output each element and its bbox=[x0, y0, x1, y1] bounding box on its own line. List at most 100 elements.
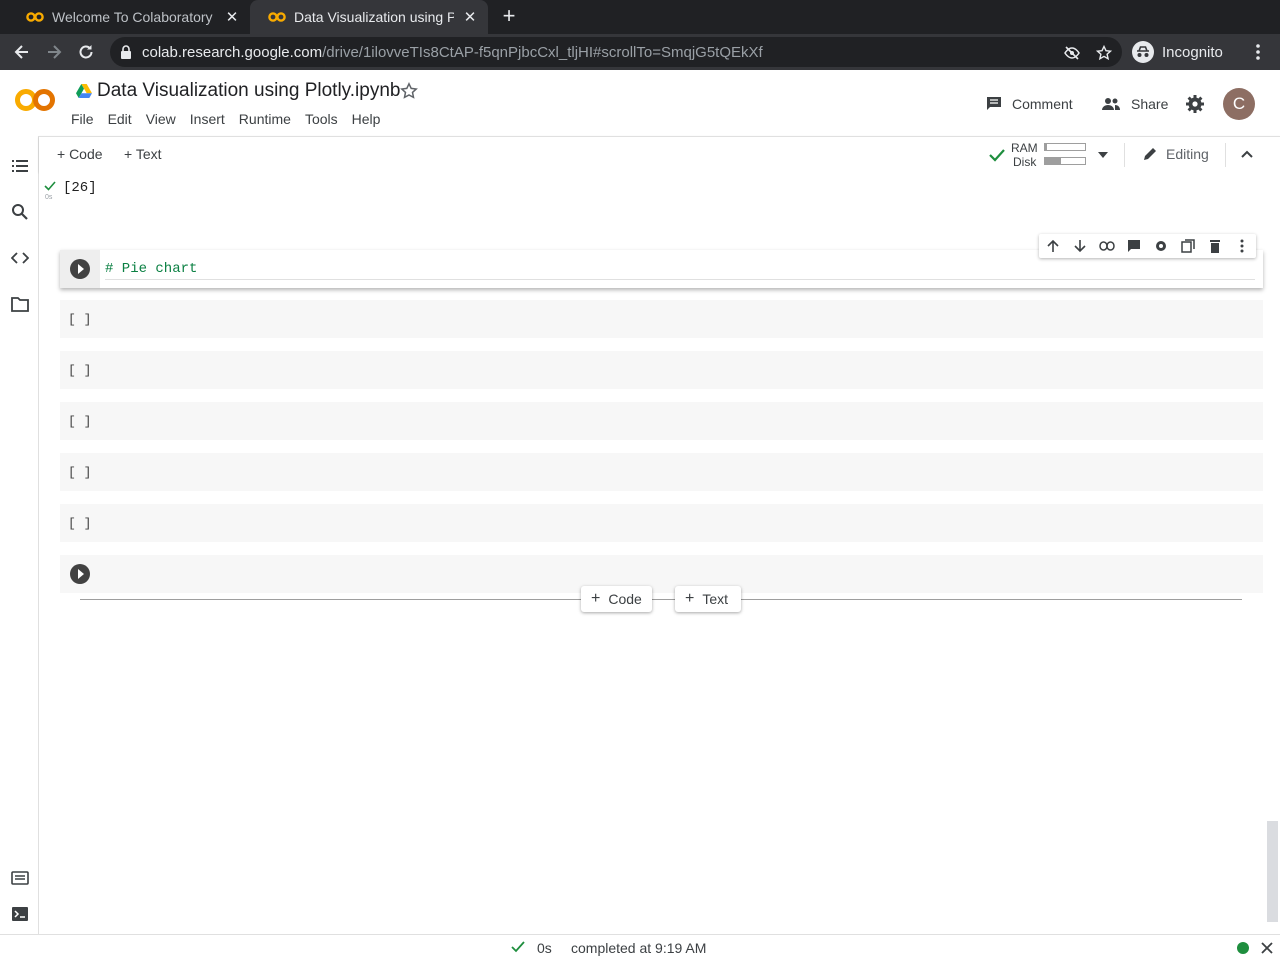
plus-icon: + bbox=[591, 590, 601, 607]
insert-cell-divider bbox=[80, 599, 1242, 600]
notebook-title[interactable]: Data Visualization using Plotly.ipynb bbox=[97, 80, 400, 102]
insert-text-cell-button[interactable]: + Text bbox=[675, 586, 741, 612]
settings-gear-icon[interactable] bbox=[1185, 94, 1205, 114]
google-drive-icon[interactable] bbox=[76, 84, 92, 98]
divider bbox=[1225, 143, 1226, 167]
forward-arrow-icon[interactable] bbox=[44, 42, 64, 62]
execution-check-icon bbox=[44, 181, 56, 191]
new-tab-button[interactable]: + bbox=[498, 5, 520, 27]
incognito-label: Incognito bbox=[1162, 43, 1223, 61]
browser-menu-icon[interactable] bbox=[1250, 42, 1266, 62]
tab-title: Data Visualization using Pl bbox=[294, 9, 454, 25]
menu-help[interactable]: Help bbox=[352, 111, 381, 127]
disk-bar bbox=[1044, 157, 1086, 165]
star-icon[interactable] bbox=[400, 82, 418, 100]
empty-code-cell[interactable]: [ ] bbox=[60, 453, 1263, 491]
back-arrow-icon[interactable] bbox=[12, 42, 32, 62]
status-completed[interactable]: completed at 9:19 AM bbox=[571, 940, 706, 956]
user-avatar[interactable]: C bbox=[1223, 88, 1255, 120]
browser-tab-active[interactable]: Data Visualization using Pl ✕ bbox=[250, 0, 488, 34]
code-snippets-icon[interactable] bbox=[11, 249, 29, 267]
ram-bar bbox=[1044, 143, 1086, 151]
status-check-icon bbox=[511, 941, 525, 953]
colab-logo-icon[interactable] bbox=[14, 86, 56, 114]
code-editor[interactable]: # Pie chart bbox=[105, 258, 1255, 280]
close-icon[interactable] bbox=[1261, 942, 1273, 954]
status-elapsed: 0s bbox=[537, 940, 552, 956]
menu-insert[interactable]: Insert bbox=[190, 111, 225, 127]
incognito-icon bbox=[1132, 41, 1154, 63]
menu-tools[interactable]: Tools bbox=[305, 111, 338, 127]
cell-settings-icon[interactable] bbox=[1147, 234, 1174, 258]
link-icon[interactable] bbox=[1093, 234, 1120, 258]
ram-label: RAM bbox=[1011, 141, 1038, 155]
colab-favicon-icon bbox=[26, 12, 44, 22]
address-bar[interactable]: colab.research.google.com/drive/1ilovveT… bbox=[110, 37, 1122, 67]
comment-button[interactable]: Comment bbox=[986, 94, 1073, 114]
mirror-cell-icon[interactable] bbox=[1174, 234, 1201, 258]
menu-view[interactable]: View bbox=[146, 111, 176, 127]
move-up-icon[interactable] bbox=[1039, 234, 1066, 258]
bookmark-star-icon[interactable] bbox=[1096, 45, 1112, 61]
dropdown-arrow-icon[interactable] bbox=[1097, 151, 1109, 159]
search-icon[interactable] bbox=[11, 203, 29, 221]
close-icon[interactable]: ✕ bbox=[224, 8, 240, 26]
cell-prompt: [ ] bbox=[68, 414, 92, 429]
left-sidebar bbox=[0, 136, 39, 934]
insert-code-cell-button[interactable]: + Code bbox=[581, 586, 652, 612]
terminal-icon[interactable] bbox=[11, 905, 29, 923]
browser-tab-welcome[interactable]: Welcome To Colaboratory - ✕ bbox=[8, 0, 250, 34]
notebook-toolbar: + Code + Text RAM Disk Editing bbox=[39, 136, 1280, 172]
add-code-button[interactable]: + Code bbox=[57, 146, 103, 162]
connected-check-icon bbox=[989, 149, 1005, 162]
cell-prompt: [ ] bbox=[68, 363, 92, 378]
url-host: colab.research.google.com bbox=[142, 43, 323, 61]
reload-icon[interactable] bbox=[76, 42, 96, 62]
share-button[interactable]: Share bbox=[1101, 94, 1168, 114]
menu-edit[interactable]: Edit bbox=[108, 111, 132, 127]
menu-file[interactable]: File bbox=[71, 111, 94, 127]
resource-monitor[interactable]: RAM Disk bbox=[1011, 141, 1131, 171]
run-cell-button[interactable] bbox=[70, 259, 90, 279]
empty-code-cell[interactable] bbox=[60, 555, 1263, 593]
move-down-icon[interactable] bbox=[1066, 234, 1093, 258]
browser-tab-strip: Welcome To Colaboratory - ✕ Data Visuali… bbox=[0, 0, 1280, 34]
lock-icon bbox=[121, 45, 131, 59]
runtime-status-dot bbox=[1237, 942, 1249, 954]
cell-prompt: [ ] bbox=[68, 465, 92, 480]
menu-runtime[interactable]: Runtime bbox=[239, 111, 291, 127]
chevron-up-icon[interactable] bbox=[1241, 150, 1253, 158]
url-path: /drive/1ilovveTIs8CtAP-f5qnPjbcCxl_tljHI… bbox=[322, 43, 763, 61]
menu-bar: File Edit View Insert Runtime Tools Help bbox=[71, 111, 394, 127]
execution-time: 0s bbox=[45, 194, 53, 201]
eye-slash-icon[interactable] bbox=[1064, 45, 1080, 61]
incognito-indicator[interactable]: Incognito bbox=[1132, 40, 1223, 64]
browser-toolbar: colab.research.google.com/drive/1ilovveT… bbox=[0, 34, 1280, 70]
insert-code-label: Code bbox=[608, 591, 642, 607]
plus-icon: + bbox=[685, 590, 695, 607]
delete-icon[interactable] bbox=[1201, 234, 1228, 258]
colab-favicon-icon bbox=[268, 12, 286, 22]
comment-cell-icon[interactable] bbox=[1120, 234, 1147, 258]
empty-code-cell[interactable]: [ ] bbox=[60, 402, 1263, 440]
empty-code-cell[interactable]: [ ] bbox=[60, 300, 1263, 338]
editing-mode-button[interactable]: Editing bbox=[1142, 146, 1209, 162]
add-text-button[interactable]: + Text bbox=[124, 146, 162, 162]
cell-toolbar bbox=[1039, 234, 1256, 258]
divider bbox=[1124, 143, 1125, 167]
table-of-contents-icon[interactable] bbox=[11, 157, 29, 175]
empty-code-cell[interactable]: [ ] bbox=[60, 351, 1263, 389]
share-label: Share bbox=[1131, 96, 1169, 112]
comment-label: Comment bbox=[1012, 96, 1073, 112]
run-cell-button[interactable] bbox=[70, 564, 90, 584]
colab-header: Data Visualization using Plotly.ipynb Fi… bbox=[0, 70, 1280, 136]
close-icon[interactable]: ✕ bbox=[462, 8, 478, 26]
folder-icon[interactable] bbox=[11, 295, 29, 313]
command-palette-icon[interactable] bbox=[11, 869, 29, 887]
people-icon bbox=[1102, 98, 1120, 110]
empty-code-cell[interactable]: [ ] bbox=[60, 504, 1263, 542]
comment-icon bbox=[987, 97, 1001, 110]
more-options-icon[interactable] bbox=[1228, 234, 1255, 258]
scrollbar-thumb[interactable] bbox=[1267, 821, 1278, 922]
ram-bar-fill bbox=[1045, 144, 1047, 150]
